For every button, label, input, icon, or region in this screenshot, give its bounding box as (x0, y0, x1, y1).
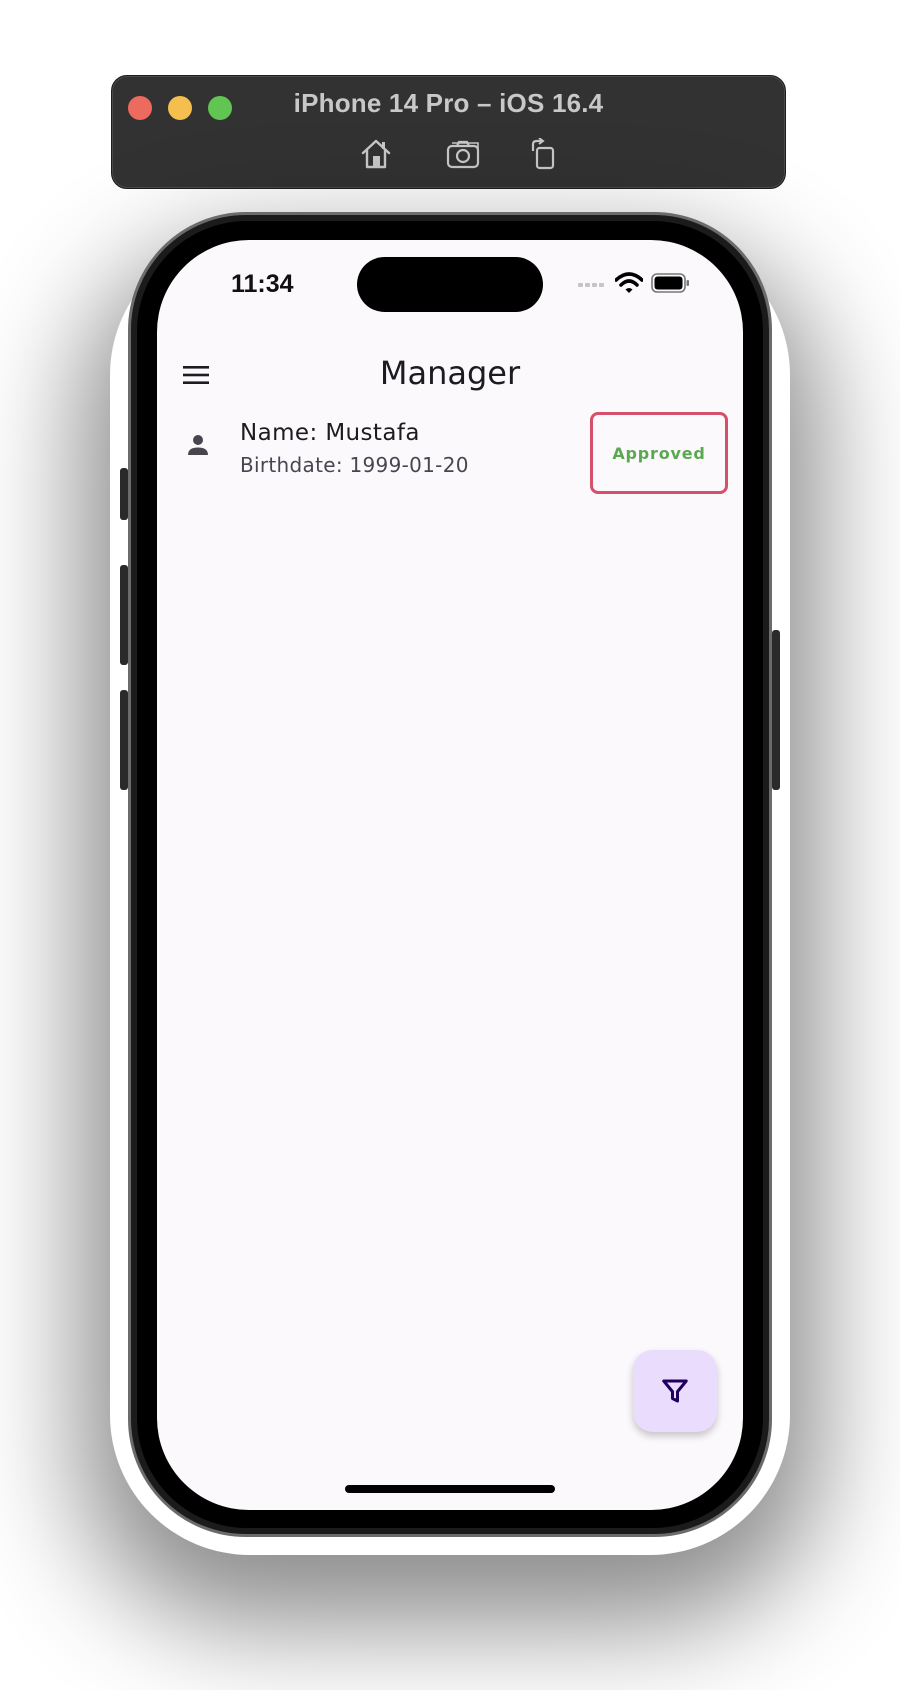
silent-switch (120, 468, 128, 520)
page-title: Manager (379, 354, 521, 392)
battery-icon (651, 273, 689, 293)
simulator-title-bar: iPhone 14 Pro – iOS 16.4 (111, 75, 786, 189)
status-label: Approved (612, 443, 706, 463)
status-icons (577, 272, 691, 294)
power-button (772, 630, 780, 790)
item-name: Name: Mustafa (240, 420, 420, 446)
wifi-icon (615, 272, 643, 293)
simulator-title: iPhone 14 Pro – iOS 16.4 (293, 88, 604, 118)
filter-button[interactable] (633, 1350, 717, 1432)
home-icon[interactable] (356, 134, 396, 174)
volume-up-button (120, 565, 128, 665)
status-time: 11:34 (231, 270, 294, 298)
filter-icon (662, 1379, 688, 1403)
volume-down-button (120, 690, 128, 790)
person-icon (183, 430, 213, 460)
screenshot-icon[interactable] (444, 134, 484, 174)
home-indicator[interactable] (345, 1485, 555, 1493)
app-bar: Manager (157, 340, 743, 410)
item-birthdate: Birthdate: 1999-01-20 (240, 453, 469, 477)
cellular-icon (578, 283, 604, 287)
phone-screen: 11:34 Manager Name: Mustafa Birthdate: 1… (157, 240, 743, 1510)
dynamic-island (357, 257, 543, 312)
rotate-icon[interactable] (524, 134, 564, 174)
status-badge[interactable]: Approved (590, 412, 728, 494)
